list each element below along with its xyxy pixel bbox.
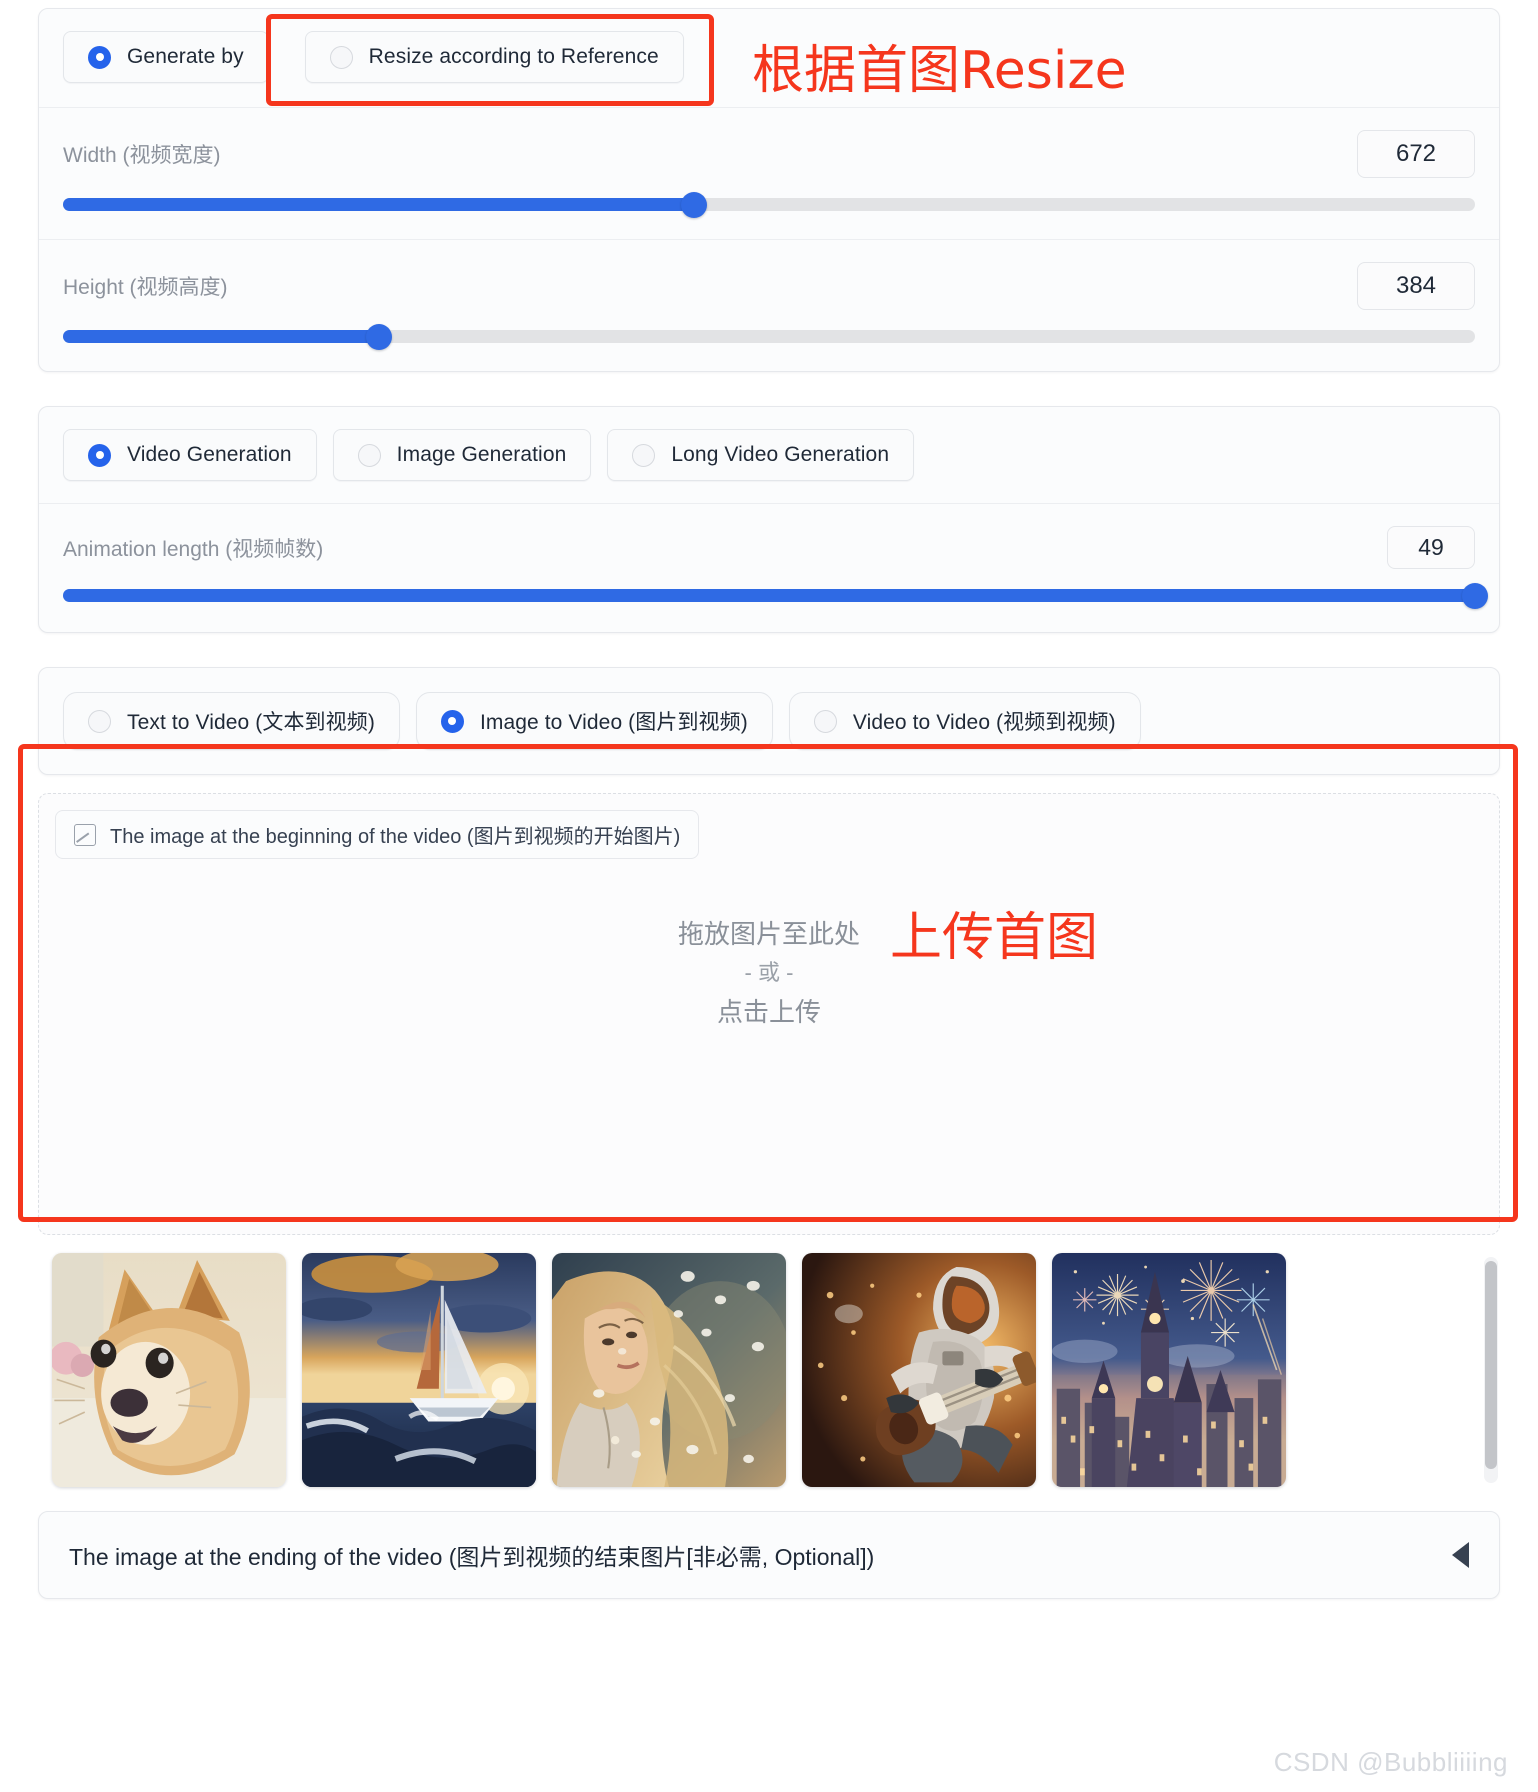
radio-video-to-video-label: Video to Video (视频到视频) (852, 711, 1116, 734)
gallery-scrollbar[interactable] (1484, 1257, 1498, 1483)
start-image-upload-tag: The image at the beginning of the video … (55, 810, 700, 859)
gallery-scrollbar-thumb[interactable] (1485, 1261, 1497, 1469)
csdn-watermark: CSDN @Bubbliiiing (1273, 1747, 1508, 1777)
radio-text-to-video-label: Text to Video (文本到视频) (127, 711, 375, 734)
radio-generate-by-label: Generate by (127, 45, 244, 68)
io-mode-radio-group: Text to Video (文本到视频) Image to Video (图片… (39, 668, 1499, 774)
width-slider-fill (63, 198, 695, 211)
radio-image-to-video-label: Image to Video (图片到视频) (479, 711, 748, 734)
radio-dot-unselected-icon (813, 709, 837, 733)
radio-resize-according-to-reference[interactable]: Resize according to Reference (304, 31, 684, 83)
width-slider-handle[interactable] (681, 191, 708, 218)
height-slider-handle[interactable] (366, 323, 393, 350)
dropzone-drag-text: 拖放图片至此处 (677, 919, 860, 949)
ending-image-accordion[interactable]: The image at the ending of the video (图片… (38, 1511, 1500, 1599)
width-slider[interactable] (63, 191, 1475, 218)
io-mode-panel: Text to Video (文本到视频) Image to Video (图片… (38, 667, 1500, 775)
dropzone-instructions: 拖放图片至此处 - 或 - 点击上传 (39, 914, 1499, 1032)
radio-dot-unselected-icon (88, 709, 111, 733)
height-slider-fill (63, 330, 380, 343)
width-label: Width (视频宽度) (63, 144, 221, 167)
radio-dot-selected-icon (440, 709, 464, 733)
radio-dot-selected-icon (88, 443, 111, 467)
image-icon (74, 823, 96, 846)
radio-dot-selected-icon (88, 45, 111, 69)
radio-image-generation-label: Image Generation (396, 443, 567, 466)
generation-type-panel: Video Generation Image Generation Long V… (38, 406, 1500, 633)
animation-length-row: Animation length (视频帧数) 49 (39, 504, 1499, 632)
gallery-thumb-fireworks-castle-city[interactable] (1052, 1253, 1286, 1487)
example-image-gallery (52, 1253, 1500, 1487)
radio-video-generation[interactable]: Video Generation (63, 429, 317, 481)
animation-length-slider-handle[interactable] (1462, 582, 1488, 609)
caret-left-icon[interactable] (1452, 1542, 1469, 1568)
height-label: Height (视频高度) (63, 276, 228, 299)
start-image-upload-tag-label: The image at the beginning of the video … (110, 826, 681, 848)
width-value-input[interactable]: 672 (1357, 130, 1475, 178)
radio-video-to-video[interactable]: Video to Video (视频到视频) (788, 692, 1141, 750)
height-slider[interactable] (63, 323, 1475, 350)
radio-generate-by[interactable]: Generate by (63, 31, 269, 83)
annotation-text-resize: 根据首图Resize (752, 41, 1127, 101)
animation-length-slider-fill (63, 589, 1475, 602)
radio-image-generation[interactable]: Image Generation (332, 429, 592, 481)
gallery-thumb-blonde-woman-petals[interactable] (552, 1253, 786, 1487)
ending-image-accordion-title: The image at the ending of the video (图片… (69, 1544, 875, 1570)
radio-long-video-generation-label: Long Video Generation (671, 443, 890, 466)
animation-length-slider[interactable] (63, 582, 1488, 609)
gallery-thumb-sailboat-sunset-ocean[interactable] (302, 1253, 536, 1487)
radio-resize-label: Resize according to Reference (368, 45, 659, 68)
height-slider-row: Height (视频高度) 384 (39, 240, 1499, 371)
gallery-thumb-doge-shiba-inu[interactable] (52, 1253, 286, 1487)
app-root: Generate by Resize according to Referenc… (0, 0, 1538, 1792)
radio-dot-unselected-icon (632, 443, 656, 467)
generation-type-radio-group: Video Generation Image Generation Long V… (39, 407, 1499, 504)
gallery-thumb-astronaut-guitarist[interactable] (802, 1253, 1036, 1487)
radio-dot-unselected-icon (357, 443, 381, 467)
annotation-text-upload: 上传首图 (890, 908, 1099, 968)
start-image-upload-dropzone[interactable]: The image at the beginning of the video … (38, 793, 1500, 1235)
radio-video-generation-label: Video Generation (127, 443, 292, 466)
animation-length-label: Animation length (视频帧数) (63, 537, 324, 561)
dropzone-or-text: - 或 - (744, 960, 794, 986)
dropzone-click-upload-text[interactable]: 点击上传 (39, 992, 1499, 1032)
height-value-input[interactable]: 384 (1357, 262, 1475, 310)
width-slider-row: Width (视频宽度) 672 (39, 108, 1499, 240)
radio-long-video-generation[interactable]: Long Video Generation (607, 429, 915, 481)
radio-text-to-video[interactable]: Text to Video (文本到视频) (63, 692, 400, 750)
radio-dot-unselected-icon (329, 45, 353, 69)
radio-image-to-video[interactable]: Image to Video (图片到视频) (415, 692, 773, 750)
animation-length-value-input[interactable]: 49 (1387, 526, 1475, 569)
